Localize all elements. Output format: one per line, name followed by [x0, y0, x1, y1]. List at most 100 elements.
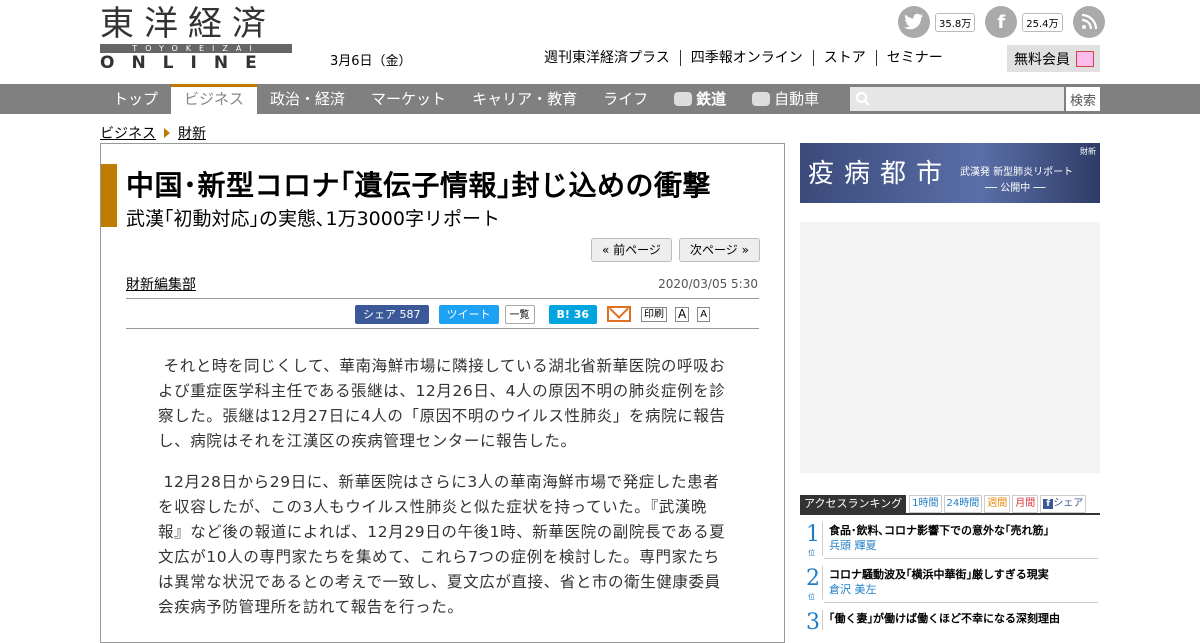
tweet-label: ツイート: [446, 307, 491, 321]
social-links: 35.8万 f 25.4万: [898, 5, 1115, 39]
train-icon: [674, 92, 693, 106]
facebook-share-button[interactable]: シェア 587: [355, 304, 429, 324]
rank-divider: [822, 522, 823, 556]
article-author[interactable]: 財新編集部: [126, 274, 196, 294]
ranking-tab-week[interactable]: 週間: [984, 495, 1011, 513]
gift-icon: [1076, 50, 1094, 67]
banner-ad-epidemic-city[interactable]: 疫病都市 武漢発 新型肺炎リポート ── 公開中 ── 財新: [800, 143, 1100, 203]
rank-unit: 位: [808, 549, 815, 557]
rank-title[interactable]: コロナ騒動波及｢横浜中華街｣厳しすぎる現実: [829, 566, 1049, 582]
share-bar: シェア 587 ツイート 一覧 B! 36 印刷 A A: [355, 304, 718, 324]
banner-title: 疫病都市: [808, 159, 953, 189]
print-button[interactable]: 印刷: [641, 306, 668, 322]
banner-mark: 財新: [1080, 147, 1096, 156]
rank-author[interactable]: 倉沢 美左: [829, 581, 877, 597]
ranking-item[interactable]: 3 ｢働く妻｣が働けば働くほど不幸になる深刻理由: [800, 608, 1100, 630]
ranking-item[interactable]: 1 位 食品･飲料､コロナ影響下での意外な｢売れ筋｣ 兵頭 輝夏: [800, 520, 1100, 559]
next-page-button[interactable]: 次ページ »: [679, 238, 760, 262]
mail-icon[interactable]: [607, 306, 632, 322]
link-shikiho[interactable]: 四季報オンライン: [679, 50, 813, 66]
nav-life[interactable]: ライフ: [590, 84, 661, 114]
prev-page-button[interactable]: « 前ページ: [591, 238, 672, 262]
facebook-icon[interactable]: f: [985, 6, 1018, 38]
logo-kanji: 東洋経済: [100, 4, 276, 44]
article-paragraph: 12月28日から29日に、新華医院はさらに3人の華南海鮮市場で発症した患者を収容…: [158, 470, 728, 620]
current-date: 3月6日（金）: [330, 54, 412, 69]
facebook-count: 25.4万: [1022, 12, 1063, 32]
free-member-button[interactable]: 無料会員: [1007, 45, 1100, 72]
breadcrumb-arrow-icon: [164, 128, 170, 138]
article-body: それと時を同じくして、華南海鮮市場に隣接している湖北省新華医院の呼吸および重症医…: [158, 354, 728, 636]
logo-online: ONLINE: [100, 53, 274, 73]
top-links: 週刊東洋経済プラス 四季報オンライン ストア セミナー: [540, 50, 953, 66]
rss-icon[interactable]: [1072, 6, 1105, 38]
link-store[interactable]: ストア: [812, 50, 876, 66]
nav-railway-label: 鉄道: [696, 90, 727, 108]
search-icon: [855, 91, 870, 106]
rank-separator: [824, 602, 1098, 603]
facebook-share-label: シェア: [363, 307, 396, 321]
link-weekly-plus[interactable]: 週刊東洋経済プラス: [540, 50, 680, 66]
ranking-tab-month[interactable]: 月間: [1012, 495, 1039, 513]
font-small-button[interactable]: A: [697, 306, 711, 322]
banner-subtitle: 武漢発 新型肺炎リポート: [960, 167, 1074, 178]
breadcrumb: ビジネス 財新: [100, 123, 206, 143]
rank-author[interactable]: 兵頭 輝夏: [829, 537, 877, 553]
nav-top[interactable]: トップ: [100, 84, 171, 114]
site-logo[interactable]: 東洋経済 TOYOKEIZAI ONLINE: [100, 4, 292, 73]
nav-automobile-label: 自動車: [774, 90, 820, 108]
rank-number: 2: [806, 566, 820, 591]
hatena-count: 36: [573, 307, 590, 321]
twitter-icon[interactable]: [898, 6, 930, 38]
nav-politics-economy[interactable]: 政治・経済: [257, 84, 358, 114]
rank-number: 1: [806, 522, 820, 547]
rank-title[interactable]: 食品･飲料､コロナ影響下での意外な｢売れ筋｣: [829, 522, 1049, 538]
article-title: 中国･新型コロナ｢遺伝子情報｣封じ込めの衝撃: [126, 169, 712, 202]
facebook-icon: f: [1043, 499, 1054, 509]
rank-title[interactable]: ｢働く妻｣が働けば働くほど不幸になる深刻理由: [829, 610, 1060, 626]
rank-number: 3: [806, 610, 820, 630]
ranking-tab-share-label: シェア: [1053, 498, 1084, 509]
ranking-tab-24h[interactable]: 24時間: [943, 495, 983, 513]
nav-automobile[interactable]: 自動車: [739, 84, 832, 114]
ranking-tab-share[interactable]: f シェア: [1040, 495, 1087, 513]
article-paragraph: それと時を同じくして、華南海鮮市場に隣接している湖北省新華医院の呼吸および重症医…: [158, 354, 728, 454]
ranking-item[interactable]: 2 位 コロナ騒動波及｢横浜中華街｣厳しすぎる現実 倉沢 美左: [800, 564, 1100, 603]
paragraph-text: それと時を同じくして、華南海鮮市場に隣接している湖北省新華医院の呼吸および重症医…: [158, 357, 726, 450]
breadcrumb-business[interactable]: ビジネス: [100, 123, 156, 143]
facebook-follow[interactable]: f 25.4万: [985, 6, 1063, 38]
tweet-button[interactable]: ツイート: [438, 304, 499, 324]
twitter-count: 35.8万: [935, 12, 976, 32]
site-header: 東洋経済 TOYOKEIZAI ONLINE 3月6日（金） 35.8万 f 2…: [0, 0, 1200, 84]
nav-railway[interactable]: 鉄道: [661, 84, 739, 114]
ranking-divider: [800, 513, 1100, 515]
tweet-list-link[interactable]: 一覧: [504, 304, 535, 324]
rank-separator: [824, 558, 1098, 559]
title-accent-bar: [101, 164, 117, 227]
rank-divider: [822, 610, 823, 630]
nav-career-education[interactable]: キャリア・教育: [459, 84, 590, 114]
rss-link[interactable]: [1072, 6, 1105, 38]
paragraph-text: 12月28日から29日に、新華医院はさらに3人の華南海鮮市場で発症した患者を収容…: [158, 473, 726, 616]
ranking-header: アクセスランキング 1時間 24時間 週間 月間 f シェア: [800, 495, 1100, 513]
breadcrumb-caixin[interactable]: 財新: [178, 123, 206, 143]
font-large-button[interactable]: A: [675, 306, 690, 322]
article-pubdate: 2020/03/05 5:30: [658, 277, 758, 291]
link-seminar[interactable]: セミナー: [875, 50, 953, 66]
article: 中国･新型コロナ｢遺伝子情報｣封じ込めの衝撃 武漢｢初動対応｣の実態､1万300…: [100, 143, 785, 643]
main-nav: トップ ビジネス 政治・経済 マーケット キャリア・教育 ライフ 鉄道 自動車 …: [0, 84, 1200, 114]
logo-bar: TOYOKEIZAI: [100, 44, 292, 53]
member-label: 無料会員: [1014, 51, 1070, 68]
ad-placeholder: [800, 222, 1100, 473]
ranking-tab-1h[interactable]: 1時間: [909, 495, 942, 513]
search-input[interactable]: [850, 87, 1064, 111]
twitter-follow[interactable]: 35.8万: [898, 6, 976, 38]
divider: [126, 328, 759, 329]
hatena-bookmark-button[interactable]: B! 36: [548, 304, 598, 324]
rank-divider: [822, 566, 823, 600]
nav-market[interactable]: マーケット: [358, 84, 459, 114]
car-icon: [752, 92, 771, 106]
nav-business[interactable]: ビジネス: [171, 84, 258, 114]
banner-status: ── 公開中 ──: [985, 183, 1046, 194]
search-button[interactable]: 検索: [1066, 87, 1100, 111]
